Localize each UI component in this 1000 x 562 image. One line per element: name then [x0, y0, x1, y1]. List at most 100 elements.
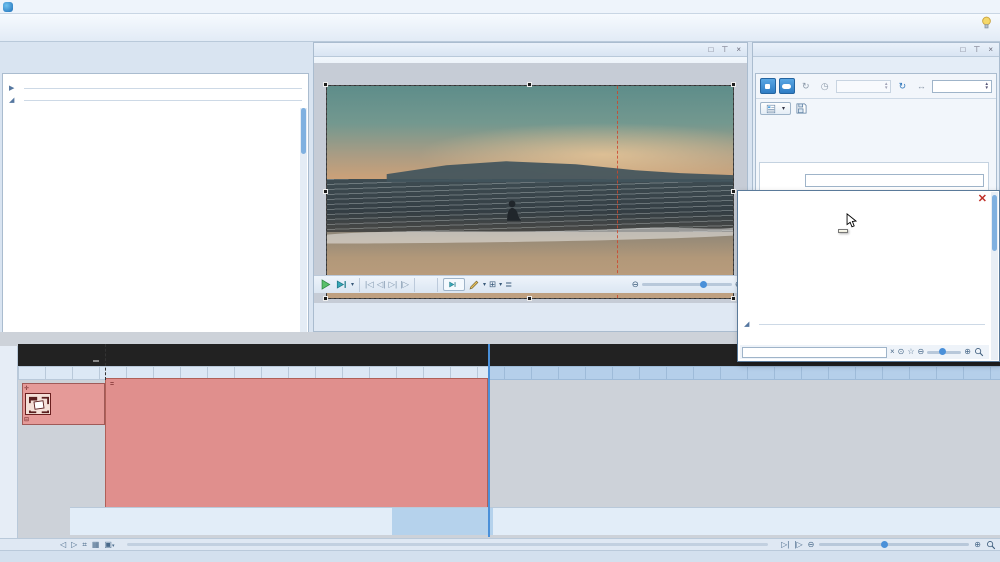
scroll-right-icon[interactable]: ▷	[71, 540, 77, 549]
menu-bar	[0, 0, 1000, 14]
offset-field[interactable]: ▲▼	[932, 80, 992, 93]
tl-zoom-in[interactable]: ⊕	[974, 540, 981, 549]
zoom-out-icon[interactable]: ⊖	[918, 348, 925, 356]
float-panel-icon[interactable]: □	[961, 45, 966, 54]
play-button[interactable]	[319, 278, 332, 291]
pin-panel-icon[interactable]: ⊤	[721, 45, 728, 54]
tl-zoom-out[interactable]: ⊖	[808, 540, 815, 549]
timeline-panel: ✛ ⊟ = ◁ ▷ ⌗	[0, 332, 1000, 550]
selection-handle[interactable]	[731, 296, 736, 301]
popup-close-icon[interactable]: ✕	[978, 192, 987, 205]
magnifier-icon[interactable]	[986, 540, 996, 550]
float-panel-icon[interactable]: □	[709, 45, 714, 54]
refresh-icon[interactable]: ↻	[894, 78, 910, 94]
chroma-keying-section[interactable]: ◢	[744, 320, 985, 328]
timeline-zoom-slider[interactable]	[819, 543, 969, 546]
effects-scrollbar[interactable]	[300, 108, 307, 347]
skip-start-icon[interactable]: ▷|	[781, 540, 789, 549]
timeline-tool-strip	[0, 346, 18, 538]
preview-area: ▾ |◁ ◁| ▷| |▷ ▾ ⊞ ▾ ≣ ⊖ ⊕	[314, 63, 747, 303]
popup-scrollbar[interactable]	[991, 192, 998, 360]
star-icon[interactable]: ☆	[907, 348, 914, 356]
preview-image[interactable]	[326, 85, 734, 299]
eye-icon[interactable]: ⊙	[898, 348, 905, 356]
selection-handle[interactable]	[527, 82, 532, 87]
align-left-button[interactable]	[760, 78, 776, 94]
collapsed-arrow-icon: ▶	[9, 84, 14, 92]
preview-zoom-slider[interactable]	[642, 283, 732, 286]
step-back-button[interactable]: ◁|	[377, 279, 386, 290]
play-from-here-button[interactable]	[335, 278, 348, 291]
zoom-in-icon[interactable]: ⊕	[964, 348, 971, 356]
live-preview-toggle[interactable]	[443, 278, 465, 291]
selection-handle[interactable]	[323, 189, 328, 194]
name-input[interactable]	[805, 174, 984, 187]
clear-search-icon[interactable]: ×	[890, 348, 895, 356]
scroll-left-icon[interactable]: ◁	[60, 540, 66, 549]
selection-handle[interactable]	[527, 296, 532, 301]
effect-subtabs	[756, 118, 996, 122]
section-routenanimationen[interactable]: ▶	[3, 80, 308, 92]
duration-field-disabled: ▲▼	[836, 80, 892, 93]
timeline-hscroll[interactable]	[127, 543, 768, 546]
pencil-dropdown[interactable]: ▾	[483, 281, 486, 288]
preview-overlay	[327, 86, 733, 298]
expand-icon[interactable]: ✛	[24, 385, 29, 392]
preview-zoom-out[interactable]: ⊖	[632, 279, 639, 290]
guide-line	[617, 86, 618, 298]
skip-end-icon[interactable]: |▷	[794, 540, 802, 549]
track-item-flexi-collage[interactable]: ✛ ⊟	[22, 383, 105, 425]
lut-tooltip	[838, 229, 848, 233]
columns-button[interactable]: ≣	[505, 279, 512, 290]
step-forward-button[interactable]: ▷|	[389, 279, 398, 290]
section-live-effekte[interactable]: ◢	[3, 92, 308, 104]
app-window: ▶ ◢ × ⊙ ☆ ⊖ ⊕ □ ⊤ ×	[0, 0, 1000, 562]
selection-handle[interactable]	[731, 82, 736, 87]
person-silhouette	[507, 201, 521, 221]
view-options-icon[interactable]: ▣▾	[104, 540, 114, 549]
thumb-size-slider[interactable]	[927, 351, 961, 354]
grid-icon[interactable]: ▦	[92, 540, 100, 549]
clock-icon: ◷	[817, 78, 833, 94]
edit-pencil-button[interactable]	[468, 279, 480, 291]
align-fill-button[interactable]	[779, 78, 795, 94]
selection-handle[interactable]	[323, 296, 328, 301]
selection-handle[interactable]	[323, 82, 328, 87]
effects-grid	[3, 104, 308, 107]
effects-panel: ▶ ◢ × ⊙ ☆ ⊖ ⊕	[0, 42, 311, 322]
magnifier-icon[interactable]	[974, 347, 984, 357]
mouse-cursor	[846, 213, 857, 229]
vorlagen-icon	[766, 104, 776, 114]
live-preview-icon	[448, 280, 457, 289]
grid-dropdown[interactable]: ▾	[499, 281, 502, 288]
timeline-scrollbar-row: ◁ ▷ ⌗ ▦ ▣▾ ▷| |▷ ⊖ ⊕	[0, 538, 1000, 550]
step-last-button[interactable]: |▷	[400, 279, 409, 290]
music-track[interactable]	[70, 507, 1000, 535]
popup-search-row: × ⊙ ☆ ⊖ ⊕	[740, 345, 989, 359]
playhead-label	[93, 360, 99, 362]
main-toolbar	[0, 14, 1000, 42]
rotate-icon[interactable]: ↻	[798, 78, 814, 94]
expanded-arrow-icon: ◢	[9, 96, 14, 104]
mute-icon[interactable]: ⊟	[24, 416, 29, 423]
ruler-selection	[488, 366, 1000, 380]
popup-search-input[interactable]	[742, 347, 887, 358]
effects-panel-body: ▶ ◢	[2, 73, 309, 336]
vorlagen-dropdown-button[interactable]: ▾	[760, 102, 791, 115]
save-vorlage-button[interactable]	[795, 102, 808, 115]
container-header[interactable]: =	[106, 379, 487, 389]
playhead-line[interactable]	[105, 344, 106, 380]
pin-panel-icon[interactable]: ⊤	[973, 45, 980, 54]
fit-icon[interactable]: ⌗	[82, 540, 87, 550]
erste-schritte-button[interactable]	[979, 15, 994, 30]
step-first-button[interactable]: |◁	[365, 279, 374, 290]
close-panel-icon[interactable]: ×	[988, 45, 993, 54]
flexi-collage-container[interactable]: =	[105, 378, 488, 508]
grid-view-button[interactable]: ⊞	[489, 279, 496, 290]
layout-designer-panel: □ ⊤ ×	[313, 42, 748, 332]
layout-designer-titlebar: □ ⊤ ×	[314, 43, 747, 57]
selection-handle[interactable]	[731, 189, 736, 194]
play-options-dropdown[interactable]: ▾	[351, 281, 354, 288]
drag-handle-icon: =	[110, 381, 114, 388]
close-panel-icon[interactable]: ×	[736, 45, 741, 54]
